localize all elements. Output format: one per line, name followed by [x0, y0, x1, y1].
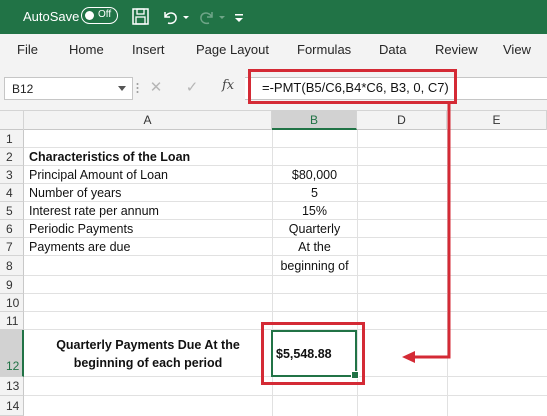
annotation-arrow — [402, 104, 451, 363]
